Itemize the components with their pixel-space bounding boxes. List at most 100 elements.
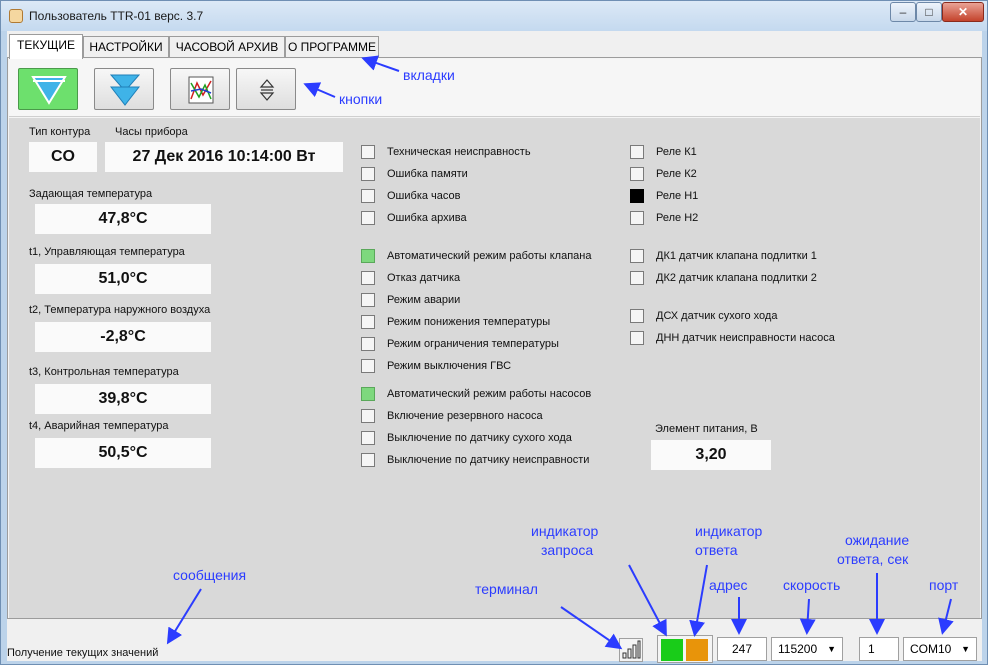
flag-label: Автоматический режим работы клапана [387,250,592,262]
address-field[interactable]: 247 [717,637,767,661]
title-bar: Пользователь TTR-01 верс. 3.7 – □ ✕ [1,1,987,31]
annotation-request-2: запроса [541,542,594,558]
port-select[interactable]: COM10 ▼ [903,637,977,661]
minimize-icon: – [899,5,907,19]
battery-value: 3,20 [651,440,771,470]
flag-checkbox [361,249,375,263]
flag-label: Отказ датчика [387,272,461,284]
sensor-checkbox [630,249,644,263]
sensor-label: ДК2 датчик клапана подлитки 2 [656,272,817,284]
terminal-button[interactable] [619,638,643,662]
chevron-down-icon: ▼ [827,644,836,654]
flag-checkbox [361,293,375,307]
annotation-messages: сообщения [173,567,247,583]
relay-checkbox [630,145,644,159]
flag-label: Режим понижения температуры [387,316,551,328]
flag-checkbox [361,431,375,445]
status-message: Получение текущих значений [7,647,159,659]
annotation-speed: скорость [783,577,841,593]
annotation-response-1: индикатор [695,523,763,539]
signal-bars-icon [622,640,641,659]
minimize-button[interactable]: – [890,2,916,22]
t1-label: t1, Управляющая температура [29,246,185,258]
toolbar [9,59,980,117]
flag-label: Режим аварии [387,294,461,306]
sensor-label: ДК1 датчик клапана подлитки 1 [656,250,817,262]
annotation-address: адрес [709,577,748,593]
tab-current[interactable]: ТЕКУЩИЕ [9,34,83,59]
maximize-button[interactable]: □ [916,2,942,22]
t2-value: -2,8°C [35,322,211,352]
relay-label: Реле Н1 [656,190,699,202]
funnel-down-icon [31,76,67,105]
close-icon: ✕ [957,5,969,19]
close-button[interactable]: ✕ [942,2,984,22]
flag-label: Режим выключения ГВС [387,360,512,372]
flag-checkbox [361,337,375,351]
relay-label: Реле Н2 [656,212,699,224]
response-indicator [686,639,708,661]
flag-label: Режим ограничения температуры [387,338,559,350]
port-value: COM10 [910,642,952,656]
flag-checkbox [361,211,375,225]
tab-page-current: Тип контура Часы прибора CO 27 Дек 2016 … [7,57,982,619]
timeout-field[interactable]: 1 [859,637,899,661]
flag-label: Выключение по датчику неисправности [387,454,590,466]
annotation-timeout-2: ответа, сек [837,551,909,567]
chevron-down-icon: ▼ [961,644,970,654]
flag-checkbox [361,145,375,159]
circuit-type-label: Тип контура [29,126,91,138]
annotation-port: порт [929,577,959,593]
sensor-checkbox [630,309,644,323]
chart-icon [188,76,214,104]
tab-about[interactable]: О ПРОГРАММЕ [285,36,379,58]
flag-label: Выключение по датчику сухого хода [387,432,572,444]
speed-select[interactable]: 115200 ▼ [771,637,843,661]
flag-label: Автоматический режим работы насосов [387,388,592,400]
annotation-buttons: кнопки [339,91,383,107]
annotation-request-1: индикатор [531,523,599,539]
speed-value: 115200 [778,642,818,656]
tab-hourly-archive[interactable]: ЧАСОВОЙ АРХИВ [169,36,285,58]
maximize-icon: □ [925,5,933,19]
annotation-tabs: вкладки [403,67,455,83]
annotation-timeout-1: ожидание [845,532,910,548]
relay-checkbox [630,189,644,203]
read-all-button[interactable] [94,68,154,110]
double-funnel-icon [109,74,141,106]
flag-checkbox [361,315,375,329]
t3-label: t3, Контрольная температура [29,366,179,378]
sensor-checkbox [630,271,644,285]
relay-checkbox [630,211,644,225]
t2-label: t2, Температура наружного воздуха [29,304,211,316]
relay-label: Реле К2 [656,168,697,180]
tab-settings[interactable]: НАСТРОЙКИ [83,36,169,58]
up-down-arrows-icon [259,79,275,101]
request-indicator [661,639,683,661]
t3-value: 39,8°C [35,384,211,414]
read-current-button[interactable] [18,68,78,110]
app-icon [9,9,23,23]
flag-label: Ошибка часов [387,190,461,202]
expand-collapse-button[interactable] [236,68,296,110]
client-area: ТЕКУЩИЕ НАСТРОЙКИ ЧАСОВОЙ АРХИВ О ПРОГРА… [7,31,982,663]
flag-checkbox [361,271,375,285]
relay-checkbox [630,167,644,181]
clock-label: Часы прибора [115,126,188,138]
sensor-label: ДНН датчик неисправности насоса [656,332,835,344]
set-temp-label: Задающая температура [29,188,153,200]
readings-panel: Тип контура Часы прибора CO 27 Дек 2016 … [9,118,980,618]
sensor-checkbox [630,331,644,345]
t4-value: 50,5°C [35,438,211,468]
relay-label: Реле К1 [656,146,697,158]
flag-label: Техническая неисправность [387,146,531,158]
flag-checkbox [361,453,375,467]
flag-checkbox [361,189,375,203]
clock-value: 27 Дек 2016 10:14:00 Вт [105,142,343,172]
flag-checkbox [361,409,375,423]
flag-checkbox [361,387,375,401]
flag-label: Ошибка архива [387,212,467,224]
chart-button[interactable] [170,68,230,110]
flag-checkbox [361,359,375,373]
annotation-response-2: ответа [695,542,738,558]
